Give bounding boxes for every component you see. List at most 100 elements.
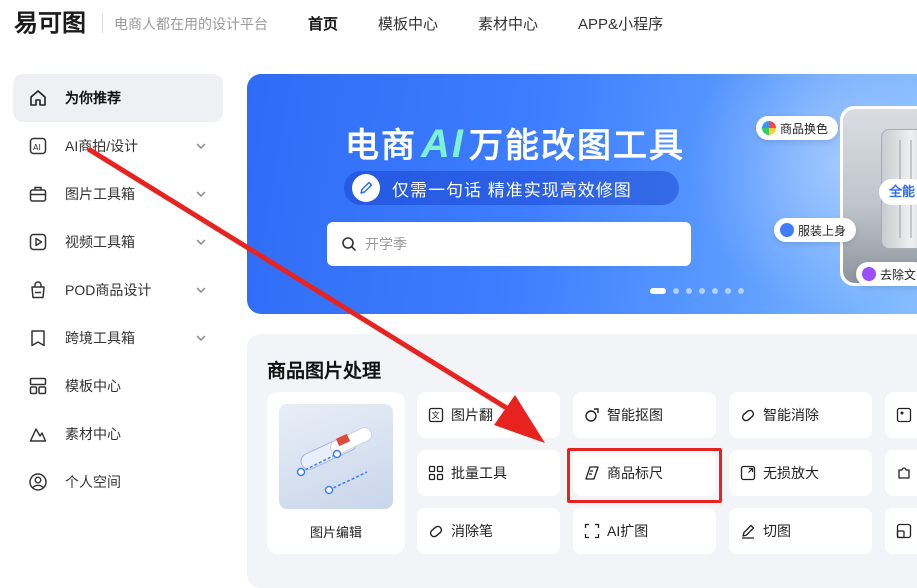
banner-subtitle-pill: 仅需一句话 精准实现高效修图 (344, 171, 679, 205)
tool-partial-3[interactable] (885, 508, 917, 554)
translate-icon: 文 (427, 406, 445, 424)
tool-product-ruler[interactable]: 商品标尺 (573, 450, 716, 496)
chevron-down-icon[interactable] (195, 140, 207, 152)
home-icon (27, 87, 49, 109)
sidebar-item-video-tools[interactable]: 视频工具箱 (13, 218, 223, 266)
tag-recolor[interactable]: 商品换色 (756, 116, 839, 140)
nav-app[interactable]: APP&小程序 (578, 13, 663, 34)
material-icon (27, 423, 49, 445)
tool-image-translate[interactable]: 文 图片翻 (417, 392, 560, 438)
tool-smart-cutout[interactable]: 智能抠图 (573, 392, 716, 438)
cutout-icon (583, 406, 601, 424)
sidebar-item-label: 为你推荐 (65, 90, 121, 106)
tag-label: 服装上身 (798, 223, 847, 238)
logo[interactable]: 易可图 (14, 8, 90, 36)
banner-subtitle: 仅需一句话 精准实现高效修图 (392, 180, 632, 200)
sidebar-item-personal[interactable]: 个人空间 (13, 458, 223, 506)
eraser-pen-icon (427, 522, 445, 540)
sidebar-item-recommend[interactable]: 为你推荐 (13, 74, 223, 122)
sidebar-item-pod[interactable]: POD商品设计 (13, 266, 223, 314)
tool-label: 图片翻 (451, 407, 493, 423)
image-edit-label: 图片编辑 (309, 525, 362, 540)
chevron-down-icon[interactable] (195, 332, 207, 344)
color-wheel-icon (762, 121, 776, 135)
banner-product-image: 全能 (843, 109, 917, 283)
expand-icon (583, 522, 601, 540)
tool-batch[interactable]: 批量工具 (417, 450, 560, 496)
product-image-section: 商品图片处理 图片编辑 文 图片翻 智能抠图 智能消除 批量工具 商品标尺 无损… (247, 334, 917, 588)
section-title: 商品图片处理 (267, 361, 382, 382)
tool-ai-expand[interactable]: AI扩图 (573, 508, 716, 554)
sidebar-item-materials[interactable]: 素材中心 (13, 410, 223, 458)
sidebar-item-label: 视频工具箱 (65, 234, 135, 250)
sidebar-item-label: POD商品设计 (65, 282, 152, 298)
nav-materials[interactable]: 素材中心 (478, 13, 538, 34)
edit-pen-icon (352, 174, 380, 202)
tool-slice[interactable]: 切图 (729, 508, 872, 554)
banner-product-card: 全能 (840, 106, 917, 286)
search-icon[interactable] (341, 236, 357, 252)
search-input[interactable] (365, 236, 665, 252)
tag-remove-text[interactable]: 去除文 (856, 262, 917, 286)
search-box[interactable] (327, 222, 691, 266)
top-bar: 易可图 电商人都在用的设计平台 首页 模板中心 素材中心 APP&小程序 (0, 0, 917, 46)
sidebar-item-cross-border[interactable]: 跨境工具箱 (13, 314, 223, 362)
tool-label: 消除笔 (451, 523, 493, 539)
sidebar-item-templates[interactable]: 模板中心 (13, 362, 223, 410)
chevron-down-icon[interactable] (195, 284, 207, 296)
nav-home[interactable]: 首页 (308, 13, 338, 34)
image-edit-card[interactable]: 图片编辑 (267, 392, 405, 554)
image-edit-thumbnail (279, 404, 393, 509)
upscale-icon (739, 464, 757, 482)
carousel-dot[interactable] (699, 288, 705, 294)
user-icon (27, 471, 49, 493)
tag-try-on[interactable]: 服装上身 (774, 218, 857, 242)
tool-label: 商品标尺 (607, 465, 663, 481)
carousel-dot[interactable] (738, 288, 744, 294)
eraser-icon (739, 406, 757, 424)
shirt-icon (780, 223, 794, 237)
tool-smart-erase[interactable]: 智能消除 (729, 392, 872, 438)
carousel-dot[interactable] (725, 288, 731, 294)
tool-partial-1[interactable] (885, 392, 917, 438)
slice-icon (739, 522, 757, 540)
tool-lossless-upscale[interactable]: 无损放大 (729, 450, 872, 496)
banner-title-ai: AI (421, 122, 465, 166)
bag-icon (27, 279, 49, 301)
tool-partial-2[interactable] (885, 450, 917, 496)
tool-eraser-pen[interactable]: 消除笔 (417, 508, 560, 554)
banner-title: 电商 AI 万能改图工具 (345, 118, 685, 167)
product-badge: 全能 (879, 179, 917, 205)
carousel-dot[interactable] (712, 288, 718, 294)
sidebar-item-image-tools[interactable]: 图片工具箱 (13, 170, 223, 218)
chevron-down-icon[interactable] (195, 188, 207, 200)
tool-label: AI扩图 (607, 523, 649, 539)
tool-label: 智能抠图 (607, 407, 663, 423)
carousel-indicator[interactable] (650, 288, 744, 294)
tool-label: 智能消除 (763, 407, 819, 423)
carousel-dot[interactable] (650, 288, 666, 294)
tag-label: 商品换色 (780, 121, 829, 136)
sidebar-item-ai[interactable]: AI AI商拍/设计 (13, 122, 223, 170)
carousel-dot[interactable] (673, 288, 679, 294)
template-icon (27, 375, 49, 397)
bookmark-icon (27, 327, 49, 349)
sidebar-item-label: 个人空间 (65, 474, 121, 490)
sidebar-item-label: 素材中心 (65, 426, 121, 442)
carousel-dot[interactable] (686, 288, 692, 294)
video-icon (27, 231, 49, 253)
crop-icon (895, 522, 913, 540)
image-icon (895, 406, 913, 424)
tool-label: 批量工具 (451, 465, 507, 481)
main-nav: 首页 模板中心 素材中心 APP&小程序 (308, 13, 703, 34)
logo-divider (102, 13, 103, 33)
chevron-down-icon[interactable] (195, 236, 207, 248)
toolbox-icon (27, 183, 49, 205)
promo-banner[interactable]: 电商AI万能改图工具 仅需一句话 精准实现高效修图 全能 商品换色 服装上身 去… (247, 74, 917, 314)
banner-title-part1: 电商 (345, 127, 417, 165)
nav-templates[interactable]: 模板中心 (378, 13, 438, 34)
tool-label: 无损放大 (763, 465, 819, 481)
logo-text: 易可图 (14, 9, 86, 36)
tool-label: 切图 (763, 523, 791, 539)
sidebar-item-label: 跨境工具箱 (65, 330, 135, 346)
